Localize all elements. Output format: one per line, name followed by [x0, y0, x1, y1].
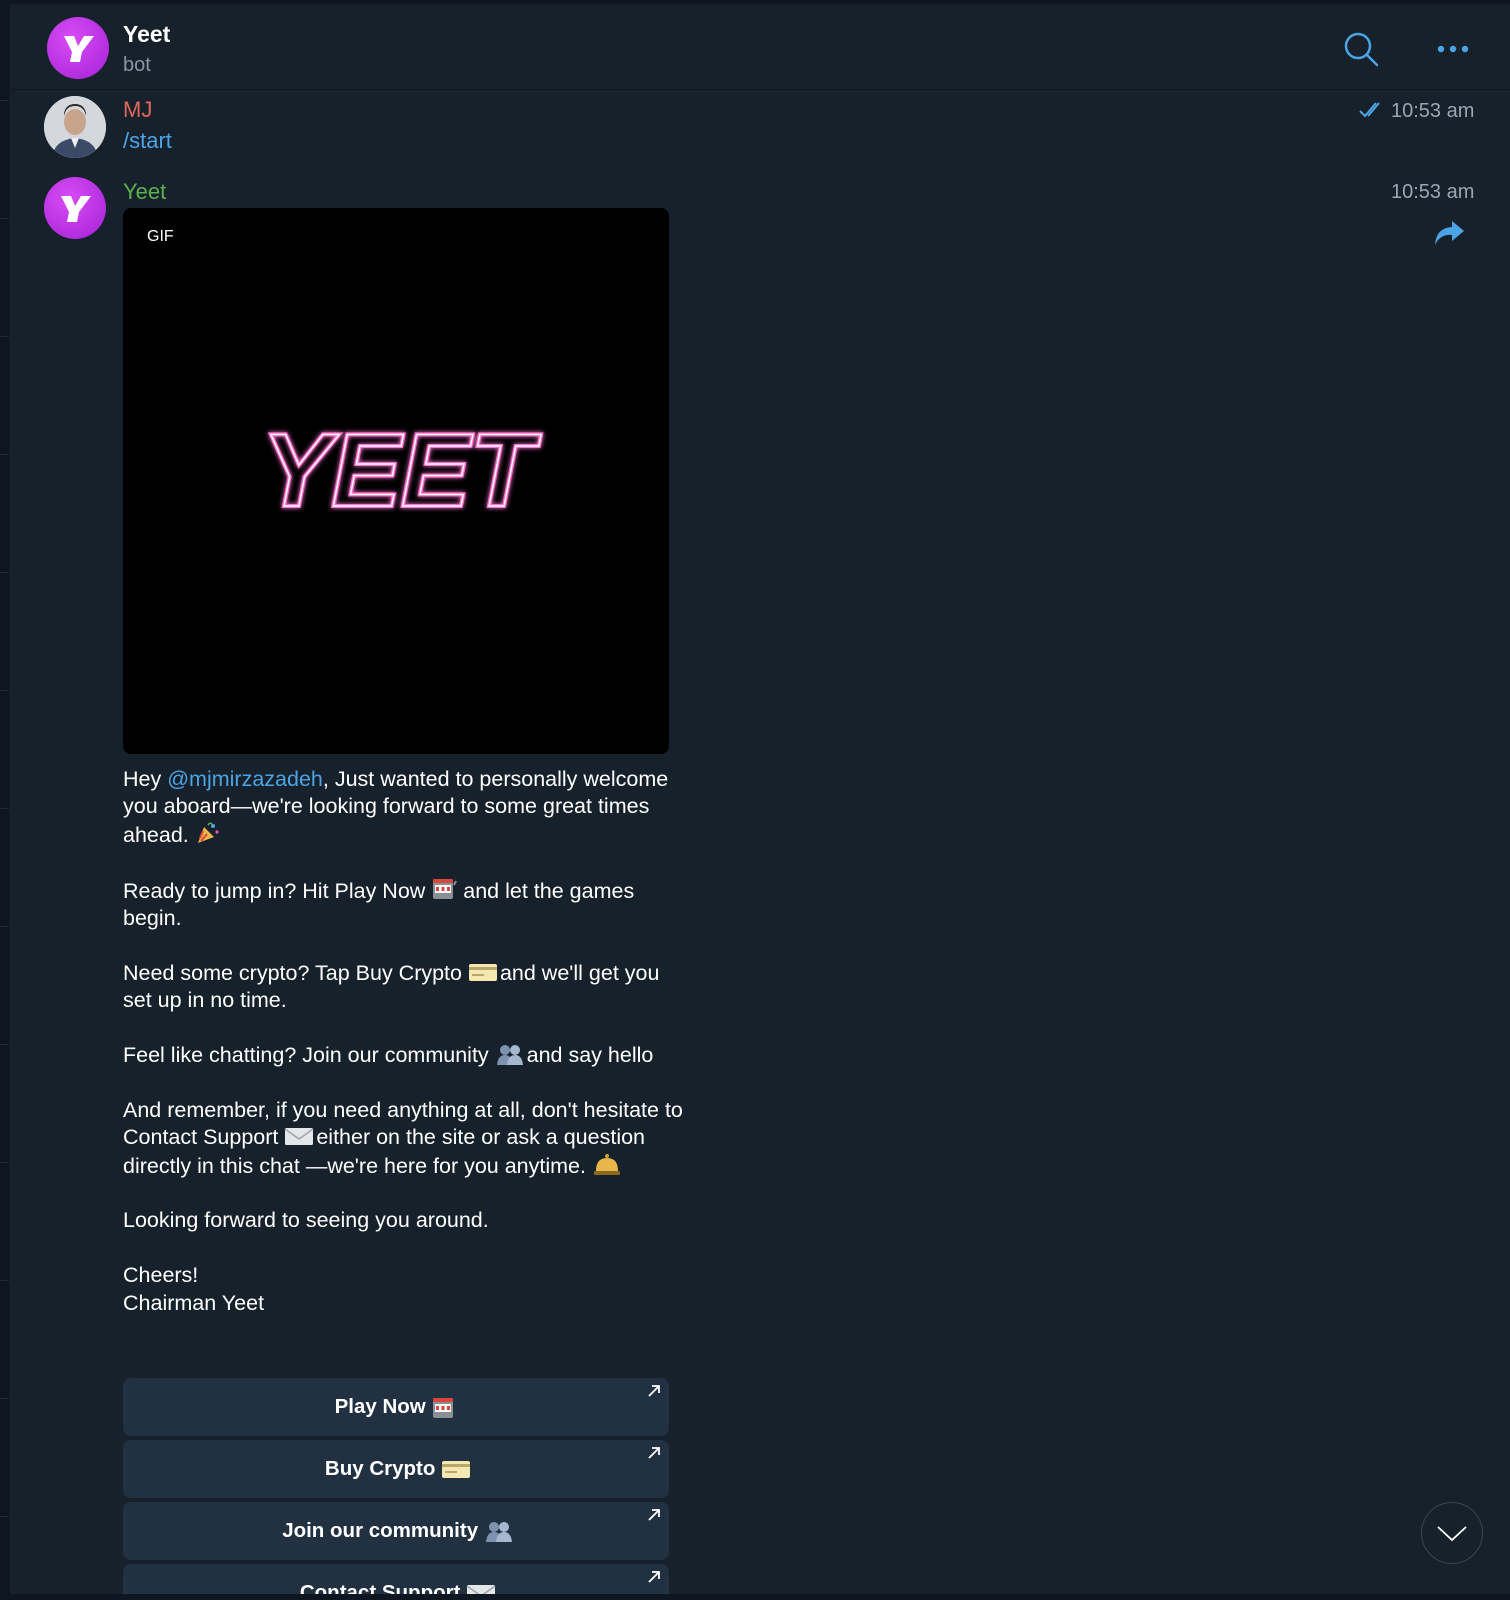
sender-name[interactable]: Yeet — [123, 179, 166, 205]
forward-icon — [1435, 221, 1464, 245]
external-link-icon — [648, 1447, 660, 1459]
chat-subtitle: bot — [123, 54, 151, 76]
paragraph-community: Feel like chatting? Join our community a… — [123, 1043, 654, 1068]
slot-machine-emoji — [431, 877, 458, 899]
bottom-border — [0, 1594, 1510, 1600]
command-link[interactable]: /start — [123, 128, 172, 154]
gif-logo-text-core: YEET — [262, 418, 541, 528]
search-button[interactable] — [1341, 29, 1381, 69]
paragraph-closing: Looking forward to seeing you around. — [123, 1208, 489, 1233]
play-now-button[interactable]: Play Now — [123, 1378, 669, 1436]
gif-badge: GIF — [147, 228, 174, 245]
external-link-icon — [648, 1385, 660, 1397]
credit-card-emoji — [468, 961, 497, 983]
chat-title[interactable]: Yeet — [123, 21, 170, 48]
sender-name[interactable]: MJ — [123, 97, 152, 123]
user-photo — [44, 96, 106, 158]
credit-card-emoji — [441, 1458, 471, 1480]
chat-window: Yeet bot MJ /start 10:53 am Yeet 10:53 a… — [0, 0, 1510, 1600]
message-time: 10:53 am — [1391, 100, 1475, 122]
external-link-icon — [648, 1509, 660, 1521]
people-emoji — [495, 1043, 523, 1066]
yeet-logo-icon — [61, 196, 91, 222]
chevron-down-icon — [1437, 1526, 1467, 1542]
paragraph-welcome: Hey @mjmirzazadeh, Just wanted to person… — [123, 767, 669, 847]
scroll-to-bottom-button[interactable] — [1421, 1502, 1483, 1564]
join-community-button[interactable]: Join our community — [123, 1502, 669, 1560]
paragraph-support: And remember, if you need anything at al… — [123, 1097, 683, 1178]
paragraph-play: Ready to jump in? Hit Play Now and let t… — [123, 877, 635, 931]
bell-emoji — [592, 1152, 620, 1175]
paragraph-signoff: Cheers! Chairman Yeet — [123, 1263, 265, 1315]
paragraph-crypto: Need some crypto? Tap Buy Crypto and we'… — [123, 960, 660, 1013]
more-options-button[interactable] — [1435, 34, 1475, 64]
gif-media[interactable]: GIF YEET YEET — [123, 208, 669, 754]
envelope-emoji — [284, 1125, 314, 1147]
bot-avatar[interactable] — [44, 177, 106, 239]
buy-crypto-button[interactable]: Buy Crypto — [123, 1440, 669, 1498]
user-mention[interactable]: @mjmirzazadeh — [167, 767, 323, 791]
user-avatar[interactable] — [44, 96, 106, 158]
inline-keyboard: Play Now Buy Crypto Join our community C… — [123, 1378, 669, 1600]
chat-list-edge — [0, 0, 10, 1600]
yeet-neon-logo: YEET YEET — [260, 418, 543, 528]
double-check-icon — [1359, 102, 1380, 118]
chat-header: Yeet bot — [11, 4, 1510, 90]
message-time: 10:53 am — [1391, 181, 1475, 203]
external-link-icon — [648, 1571, 660, 1583]
search-icon — [1344, 32, 1379, 67]
message-body: Hey @mjmirzazadeh, Just wanted to person… — [123, 766, 683, 1317]
slot-machine-emoji — [431, 1396, 457, 1418]
forward-button[interactable] — [1432, 218, 1466, 248]
more-icon — [1437, 45, 1469, 53]
people-emoji — [484, 1520, 512, 1542]
yeet-logo-icon — [64, 36, 94, 62]
bot-avatar[interactable] — [47, 17, 109, 79]
party-popper-emoji — [195, 821, 221, 843]
